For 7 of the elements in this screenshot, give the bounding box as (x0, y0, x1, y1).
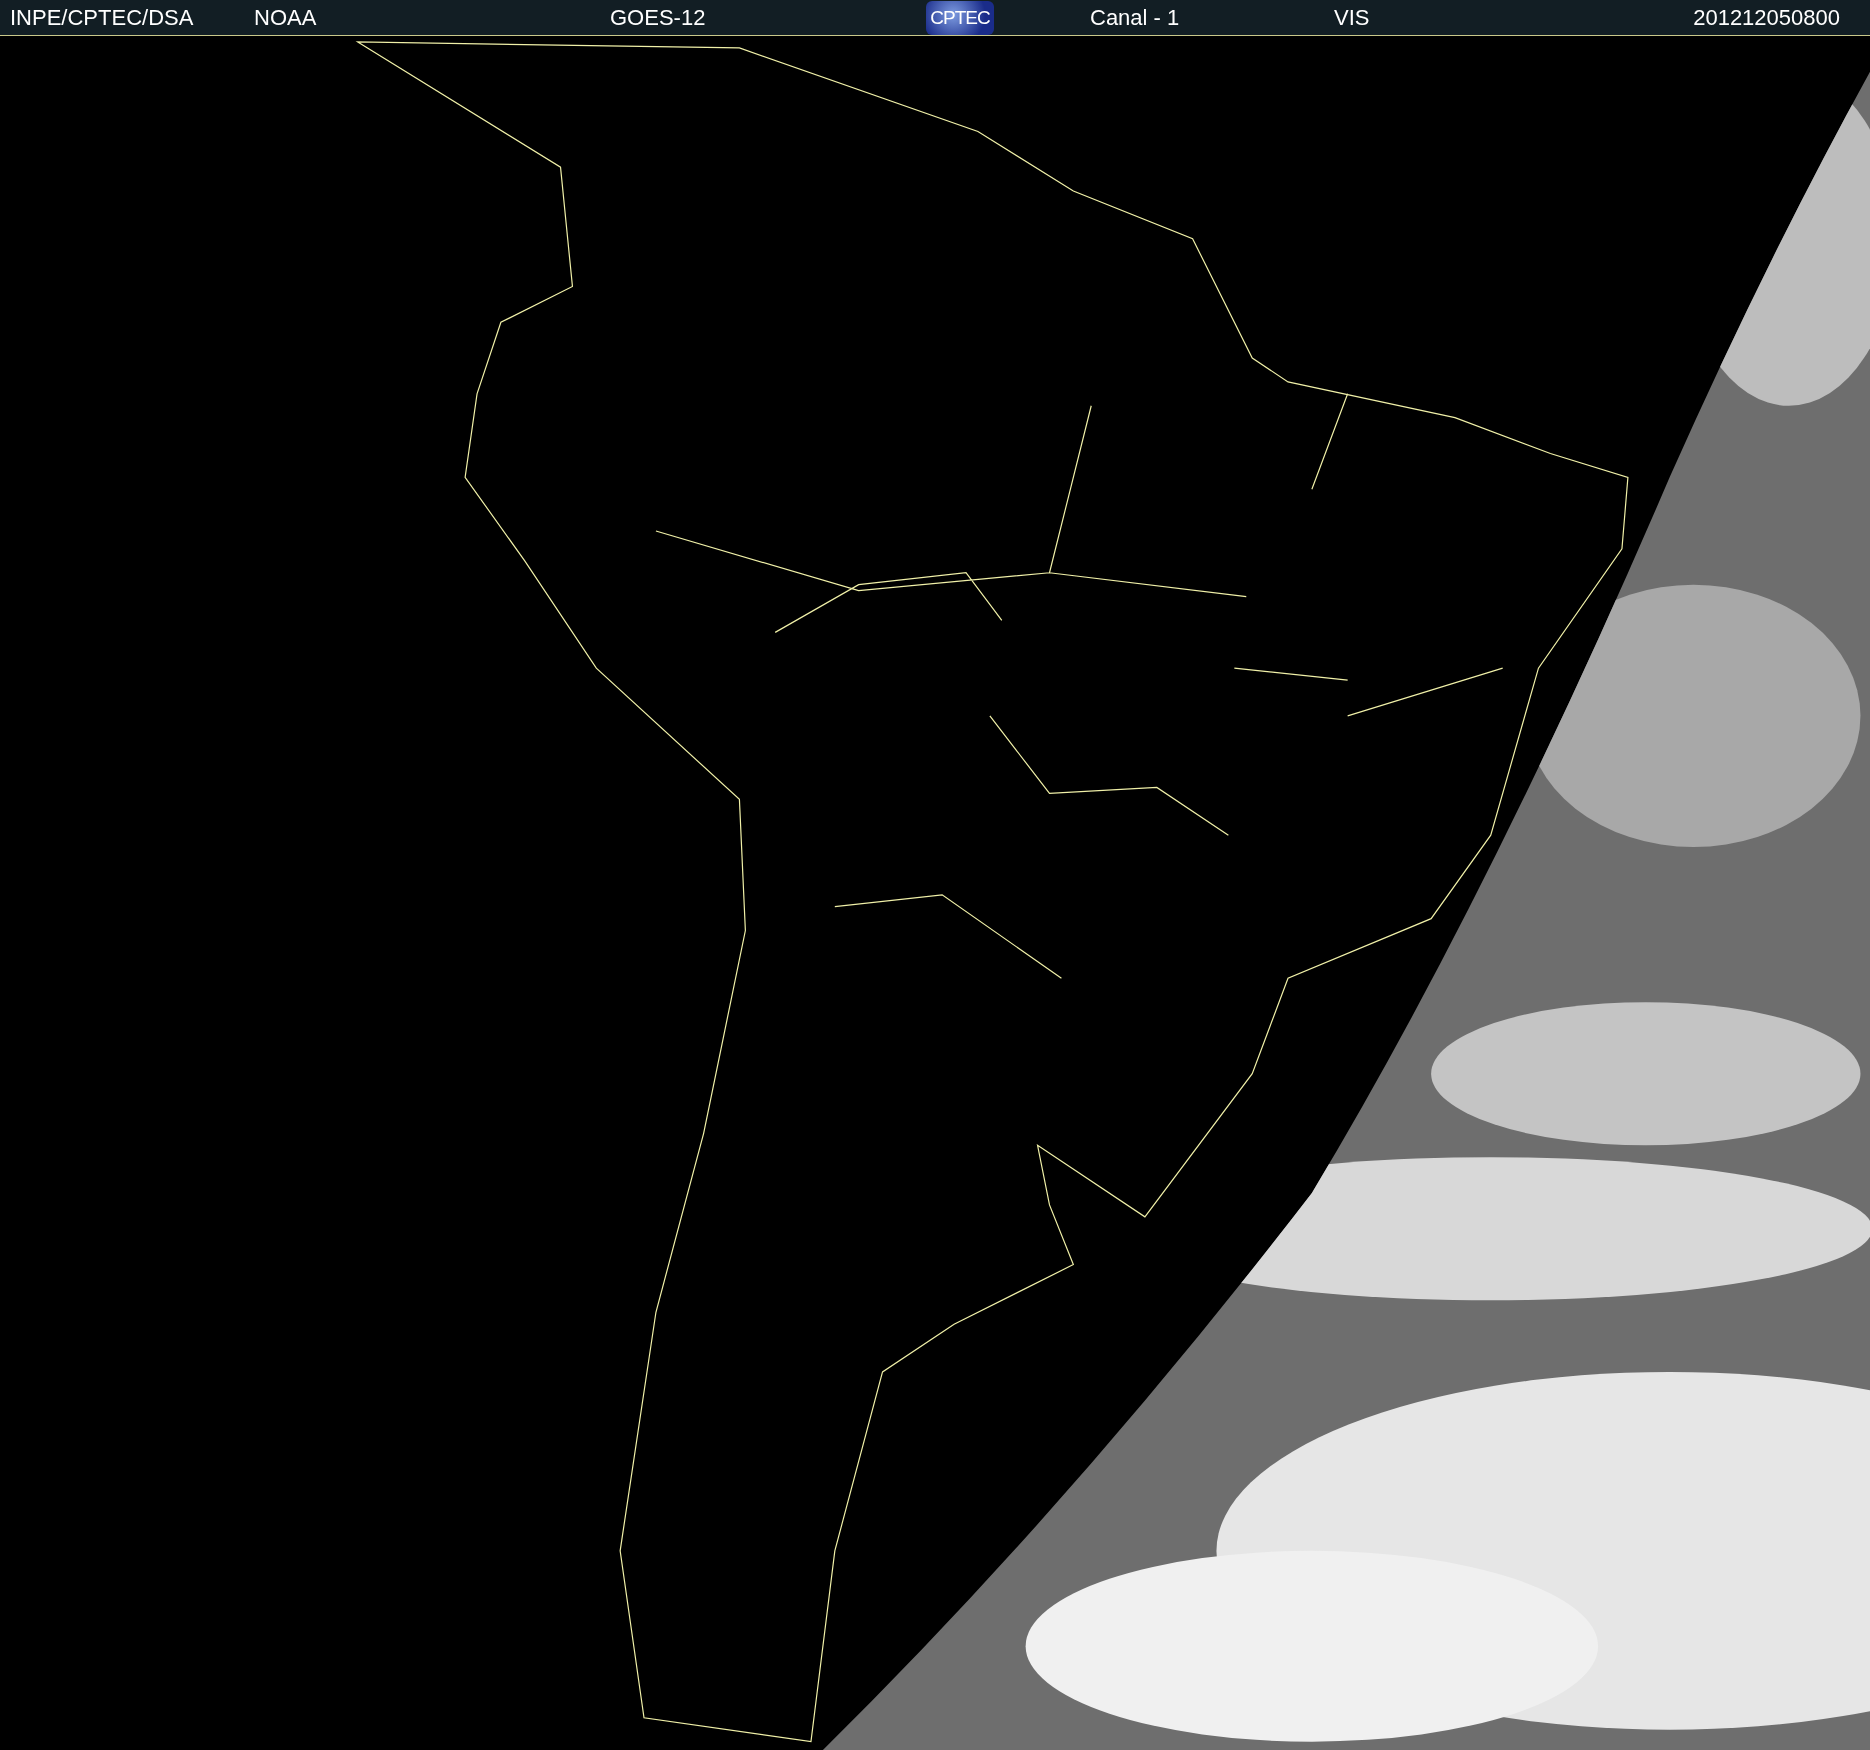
logo: CPTEC (926, 0, 994, 35)
source-label: INPE/CPTEC/DSA (10, 4, 195, 31)
band-label: VIS (1333, 4, 1371, 31)
agency-label: NOAA (254, 4, 318, 31)
satellite-label: GOES-12 (610, 4, 707, 31)
timestamp-label: 201212050800 (1693, 4, 1841, 31)
channel-label: Canal - 1 (1089, 4, 1181, 31)
